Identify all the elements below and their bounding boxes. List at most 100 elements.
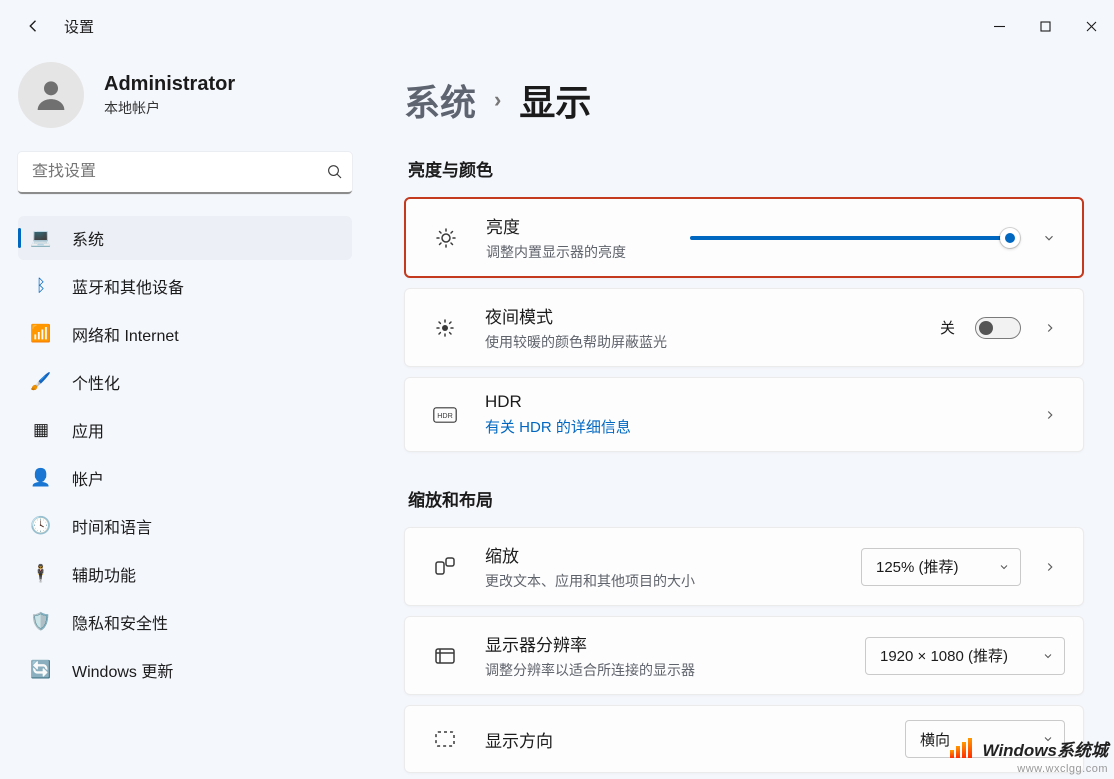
search-container[interactable] [18,152,352,194]
nav-item-system[interactable]: 💻 系统 [18,216,352,260]
scale-select[interactable]: 125% (推荐) [861,548,1021,586]
chevron-down-icon [998,561,1010,573]
night-light-icon [425,316,465,340]
resolution-select-value: 1920 × 1080 (推荐) [880,645,1008,666]
scale-subtitle: 更改文本、应用和其他项目的大小 [485,571,861,591]
svg-text:HDR: HDR [437,411,453,420]
watermark-line2: www.wxclgg.com [950,763,1108,775]
scale-title: 缩放 [485,542,861,567]
nav-label: 隐私和安全性 [72,610,168,634]
nav: 💻 系统 ᛒ 蓝牙和其他设备 📶 网络和 Internet 🖌️ 个性化 ▦ 应… [18,216,352,692]
system-icon: 💻 [28,228,54,248]
sun-icon [426,226,466,250]
more-button[interactable] [1035,560,1065,574]
night-light-state-label: 关 [940,317,955,338]
search-icon [326,163,344,181]
nav-label: 帐户 [72,466,104,490]
night-light-card[interactable]: 夜间模式 使用较暖的颜色帮助屏蔽蓝光 关 [404,288,1084,367]
breadcrumb-parent[interactable]: 系统 [404,74,476,126]
wifi-icon: 📶 [28,324,54,344]
nav-label: 蓝牙和其他设备 [72,274,184,298]
close-icon [1086,21,1097,32]
nav-item-accounts[interactable]: 👤 帐户 [18,456,352,500]
bluetooth-icon: ᛒ [28,276,54,296]
nav-item-time-language[interactable]: 🕓 时间和语言 [18,504,352,548]
orientation-select-value: 横向 [920,729,950,750]
resolution-icon [425,644,465,668]
orientation-icon [425,727,465,751]
toggle-knob [979,321,993,335]
chevron-right-icon [1043,408,1057,422]
nav-label: 辅助功能 [72,562,136,586]
breadcrumb: 系统 › 显示 [404,74,1084,126]
shield-icon: 🛡️ [28,612,54,632]
minimize-button[interactable] [976,10,1022,42]
breadcrumb-current: 显示 [519,74,591,126]
nav-item-apps[interactable]: ▦ 应用 [18,408,352,452]
night-light-subtitle: 使用较暖的颜色帮助屏蔽蓝光 [485,332,940,352]
nav-item-bluetooth[interactable]: ᛒ 蓝牙和其他设备 [18,264,352,308]
more-button[interactable] [1035,321,1065,335]
accessibility-icon: 🕴 [28,564,54,584]
sidebar: Administrator 本地帐户 💻 系统 ᛒ 蓝牙和其他设备 📶 网络和 … [0,52,370,779]
nav-label: 系统 [72,226,104,250]
nav-label: 网络和 Internet [72,322,179,346]
expand-button[interactable] [1034,231,1064,245]
minimize-icon [994,21,1005,32]
main-content: 系统 › 显示 亮度与颜色 亮度 调整内置显示器的亮度 [370,52,1114,779]
chevron-right-icon [1043,560,1057,574]
user-name: Administrator [104,73,235,96]
brush-icon: 🖌️ [28,372,54,392]
more-button[interactable] [1035,408,1065,422]
hdr-link[interactable]: 有关 HDR 的详细信息 [485,416,1035,437]
orientation-title: 显示方向 [485,727,905,752]
user-block[interactable]: Administrator 本地帐户 [18,62,352,128]
nav-item-windows-update[interactable]: 🔄 Windows 更新 [18,648,352,692]
slider-thumb[interactable] [1000,228,1020,248]
scale-select-value: 125% (推荐) [876,556,959,577]
person-icon [31,75,71,115]
back-button[interactable] [14,6,54,46]
watermark: Windows系统城 www.wxclgg.com [950,736,1108,775]
maximize-icon [1040,21,1051,32]
brightness-card[interactable]: 亮度 调整内置显示器的亮度 [404,197,1084,278]
nav-item-network[interactable]: 📶 网络和 Internet [18,312,352,356]
resolution-select[interactable]: 1920 × 1080 (推荐) [865,637,1065,675]
nav-item-accessibility[interactable]: 🕴 辅助功能 [18,552,352,596]
clock-icon: 🕓 [28,516,54,536]
account-icon: 👤 [28,468,54,488]
brightness-title: 亮度 [486,213,690,238]
nav-item-personalization[interactable]: 🖌️ 个性化 [18,360,352,404]
nav-item-privacy[interactable]: 🛡️ 隐私和安全性 [18,600,352,644]
scale-card[interactable]: 缩放 更改文本、应用和其他项目的大小 125% (推荐) [404,527,1084,606]
chevron-down-icon [1042,231,1056,245]
chevron-right-icon: › [494,87,501,113]
apps-icon: ▦ [28,420,54,440]
nav-label: 应用 [72,418,104,442]
hdr-icon: HDR [425,403,465,427]
hdr-card[interactable]: HDR HDR 有关 HDR 的详细信息 [404,377,1084,452]
hdr-title: HDR [485,392,1035,412]
night-light-title: 夜间模式 [485,303,940,328]
nav-label: 个性化 [72,370,120,394]
night-light-toggle[interactable] [975,317,1021,339]
search-input[interactable] [32,163,326,181]
chevron-down-icon [1042,650,1054,662]
close-button[interactable] [1068,10,1114,42]
resolution-title: 显示器分辨率 [485,631,865,656]
watermark-logo-icon [950,738,974,763]
resolution-card[interactable]: 显示器分辨率 调整分辨率以适合所连接的显示器 1920 × 1080 (推荐) [404,616,1084,695]
maximize-button[interactable] [1022,10,1068,42]
user-subtitle: 本地帐户 [104,98,235,118]
nav-label: Windows 更新 [72,658,173,682]
slider-track [690,236,1020,240]
nav-label: 时间和语言 [72,514,152,538]
brightness-slider[interactable] [690,227,1020,249]
section-heading-brightness-color: 亮度与颜色 [408,156,1084,181]
chevron-right-icon [1043,321,1057,335]
section-heading-scale-layout: 缩放和布局 [408,486,1084,511]
watermark-line1: Windows系统城 [983,741,1108,760]
scale-icon [425,555,465,579]
update-icon: 🔄 [28,660,54,680]
avatar [18,62,84,128]
